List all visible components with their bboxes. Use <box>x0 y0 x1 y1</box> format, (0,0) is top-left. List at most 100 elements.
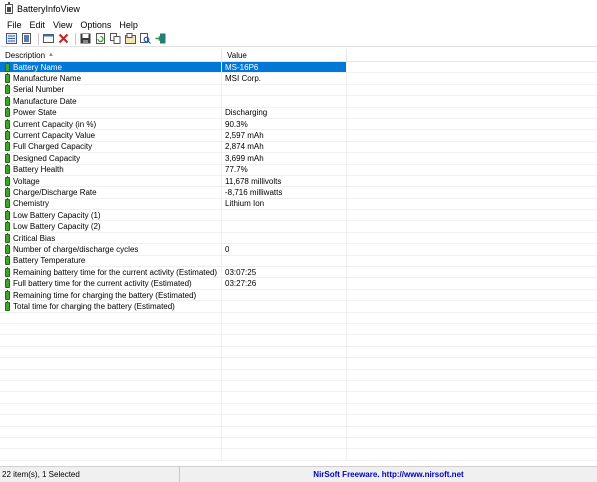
table-row[interactable]: Low Battery Capacity (1) <box>0 209 597 222</box>
description-cell: Designed Capacity <box>0 152 222 164</box>
table-row[interactable]: Battery Health 77.7% <box>0 164 597 176</box>
battery-icon <box>5 209 10 220</box>
empty-cell <box>0 449 222 460</box>
value-cell <box>222 221 347 232</box>
description-text: Total time for charging the battery (Est… <box>13 301 175 311</box>
empty-row <box>0 369 597 381</box>
value-text: 2,874 mAh <box>225 142 264 152</box>
value-cell: 90.3% <box>222 118 347 130</box>
empty-cell <box>347 404 597 414</box>
description-cell: Serial Number <box>0 84 222 96</box>
exit-icon[interactable] <box>154 32 167 45</box>
value-text: Discharging <box>225 108 268 118</box>
description-cell: Critical Bias <box>0 232 222 244</box>
table-row[interactable]: Remaining time for charging the battery … <box>0 289 597 302</box>
value-cell <box>222 210 347 221</box>
options-icon[interactable] <box>42 32 55 45</box>
empty-cell <box>222 346 347 358</box>
table-row[interactable]: Battery Temperature <box>0 255 597 268</box>
empty-cell <box>347 449 597 459</box>
value-text: 03:27:26 <box>225 279 257 289</box>
value-text: 77.7% <box>225 165 248 175</box>
menu-options[interactable]: Options <box>76 20 115 30</box>
value-cell: 03:27:26 <box>222 278 347 289</box>
empty-row <box>0 358 597 370</box>
battery-icon <box>5 186 10 197</box>
empty-cell <box>347 96 597 106</box>
table-row[interactable]: Manufacture Name MSI Corp. <box>0 73 597 85</box>
battery-icon <box>5 266 10 277</box>
empty-cell <box>347 278 597 288</box>
description-cell: Current Capacity (in %) <box>0 118 222 130</box>
description-cell: Manufacture Name <box>0 73 222 84</box>
empty-cell <box>347 301 597 311</box>
table-row[interactable]: Battery Name MS-16P6 <box>0 61 597 74</box>
empty-cell <box>0 392 222 403</box>
description-text: Battery Temperature <box>13 256 86 266</box>
table-row[interactable]: Low Battery Capacity (2) <box>0 221 597 233</box>
battery-info-list[interactable]: Description ▲ Value Battery Name MS-16P6 M… <box>0 49 597 466</box>
find-icon[interactable] <box>139 32 152 45</box>
description-text: Low Battery Capacity (2) <box>13 222 101 232</box>
table-row[interactable]: Charge/Discharge Rate -8,716 milliwatts <box>0 186 597 199</box>
properties-icon[interactable] <box>5 32 18 45</box>
table-row[interactable]: Serial Number <box>0 84 597 97</box>
empty-row <box>0 335 597 347</box>
empty-cell <box>347 187 597 197</box>
table-row[interactable]: Designed Capacity 3,699 mAh <box>0 152 597 165</box>
menu-edit[interactable]: Edit <box>26 20 50 30</box>
menu-view[interactable]: View <box>49 20 76 30</box>
empty-cell <box>0 437 222 449</box>
table-row[interactable]: Chemistry Lithium Ion <box>0 198 597 211</box>
value-cell <box>222 96 347 107</box>
description-cell: Full battery time for the current activi… <box>0 278 222 289</box>
table-row[interactable]: Number of charge/discharge cycles 0 <box>0 243 597 256</box>
value-text: MSI Corp. <box>225 74 262 84</box>
value-cell: 77.7% <box>222 164 347 175</box>
battery-icon <box>5 232 10 243</box>
battery-icon <box>5 300 10 311</box>
menu-help[interactable]: Help <box>115 20 142 30</box>
html-report-icon[interactable] <box>124 32 137 45</box>
battery-icon <box>5 243 10 254</box>
table-row[interactable]: Power State Discharging <box>0 107 597 119</box>
column-header-value[interactable]: Value <box>222 49 347 62</box>
column-header-description[interactable]: Description ▲ <box>0 49 222 62</box>
nirsoft-link[interactable]: NirSoft Freeware. http://www.nirsoft.net <box>180 467 597 482</box>
table-row[interactable]: Current Capacity Value 2,597 mAh <box>0 130 597 142</box>
table-row[interactable]: Critical Bias <box>0 232 597 245</box>
empty-cell <box>347 119 597 129</box>
toolbar-separator <box>75 32 76 45</box>
battery-icon <box>5 95 10 106</box>
menu-file[interactable]: File <box>3 20 26 30</box>
report-icon[interactable] <box>20 32 33 45</box>
battery-icon <box>5 118 10 129</box>
delete-icon[interactable] <box>57 32 70 45</box>
table-row[interactable]: Remaining battery time for the current a… <box>0 266 597 279</box>
table-row[interactable]: Manufacture Date <box>0 95 597 108</box>
table-row[interactable]: Total time for charging the battery (Est… <box>0 300 597 313</box>
empty-cell <box>222 358 347 369</box>
empty-cell <box>222 369 347 380</box>
description-text: Manufacture Name <box>13 74 82 84</box>
description-cell: Power State <box>0 107 222 118</box>
copy-icon[interactable] <box>109 32 122 45</box>
description-text: Voltage <box>13 176 40 186</box>
table-row[interactable]: Full battery time for the current activi… <box>0 278 597 290</box>
value-cell <box>222 301 347 312</box>
empty-cell <box>347 221 597 231</box>
empty-cell <box>0 358 222 369</box>
empty-cell <box>222 392 347 403</box>
table-row[interactable]: Voltage 11,678 millivolts <box>0 175 597 188</box>
refresh-icon[interactable] <box>94 32 107 45</box>
table-row[interactable]: Current Capacity (in %) 90.3% <box>0 118 597 131</box>
battery-icon <box>5 198 10 209</box>
empty-cell <box>222 323 347 335</box>
table-row[interactable]: Full Charged Capacity 2,874 mAh <box>0 141 597 154</box>
save-icon[interactable] <box>79 32 92 45</box>
battery-icon <box>5 175 10 186</box>
empty-row <box>0 449 597 461</box>
value-text: 2,597 mAh <box>225 131 264 141</box>
empty-cell <box>222 437 347 449</box>
value-text: 0 <box>225 244 230 254</box>
